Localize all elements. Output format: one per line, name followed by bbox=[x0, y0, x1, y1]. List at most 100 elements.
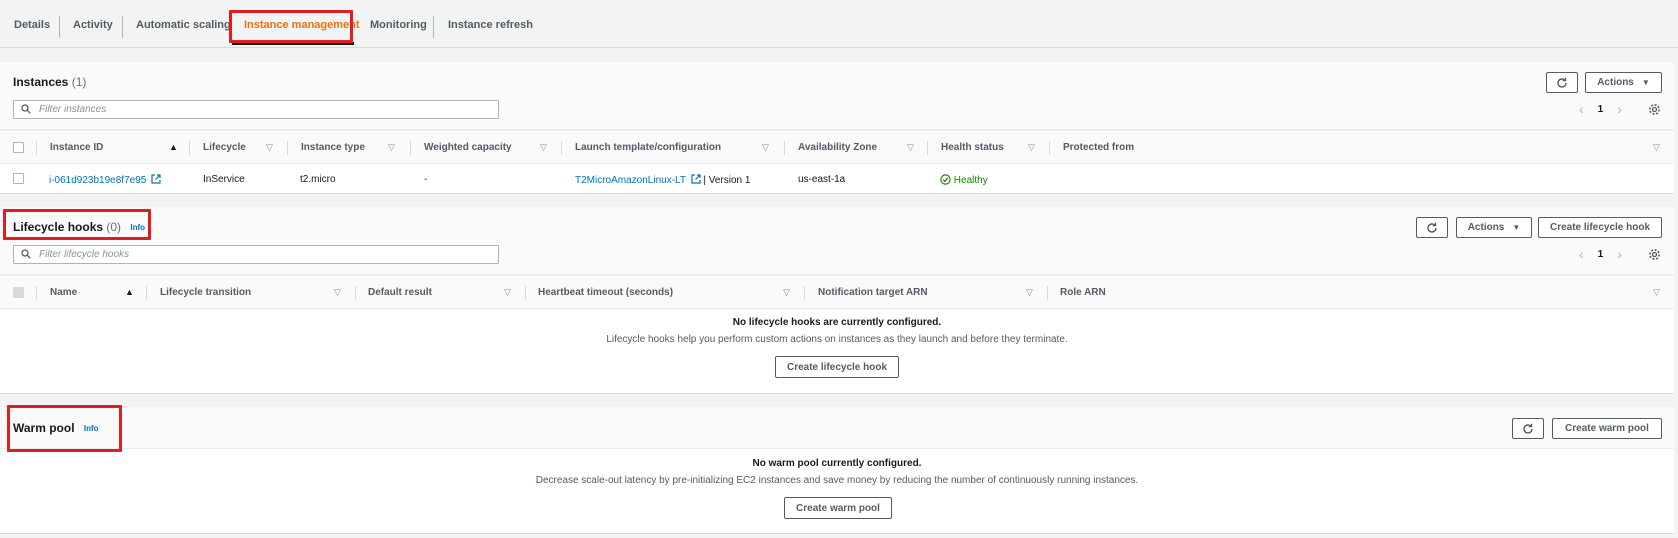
warm-pool-empty-title: No warm pool currently configured. bbox=[752, 458, 922, 469]
tab-separator bbox=[122, 16, 123, 38]
refresh-icon bbox=[1557, 77, 1567, 88]
warm-pool-empty-description: Decrease scale-out latency by pre-initia… bbox=[535, 475, 1139, 486]
sort-icon[interactable]: ▽ bbox=[762, 142, 769, 153]
chevron-left-icon[interactable]: ‹ bbox=[1579, 246, 1584, 262]
create-warm-pool-empty-button[interactable]: Create warm pool bbox=[784, 497, 892, 519]
instance-id-link[interactable]: i-061d923b19e8f7e95 bbox=[49, 174, 161, 186]
sort-icon[interactable]: ▽ bbox=[1026, 287, 1033, 298]
instances-filter[interactable] bbox=[13, 100, 499, 119]
sort-icon[interactable]: ▽ bbox=[334, 287, 341, 298]
instances-title: Instances (1) bbox=[13, 75, 86, 89]
col-default-result[interactable]: Default result bbox=[368, 287, 432, 298]
sort-icon[interactable]: ▽ bbox=[388, 142, 395, 153]
column-separator bbox=[189, 141, 190, 155]
lifecycle-hooks-info-link[interactable]: Info bbox=[130, 223, 145, 232]
create-warm-pool-empty-label: Create warm pool bbox=[796, 502, 880, 514]
tab-automatic-scaling[interactable]: Automatic scaling bbox=[136, 19, 231, 31]
select-all-checkbox[interactable] bbox=[13, 142, 24, 153]
sort-icon[interactable]: ▽ bbox=[1653, 142, 1660, 153]
instances-search-input[interactable] bbox=[39, 102, 489, 117]
instances-table-header: Instance ID ▲ Lifecycle ▽ Instance type … bbox=[0, 130, 1674, 164]
tab-details[interactable]: Details bbox=[14, 19, 50, 31]
lifecycle-hooks-panel: Lifecycle hooks (0) Info Actions ▼ Creat… bbox=[0, 207, 1674, 394]
health-status-value: Healthy bbox=[953, 175, 988, 186]
sort-icon[interactable]: ▽ bbox=[540, 142, 547, 153]
lifecycle-hooks-filter[interactable] bbox=[13, 245, 499, 264]
column-separator bbox=[1047, 286, 1048, 300]
instances-actions-button[interactable]: Actions ▼ bbox=[1585, 72, 1662, 93]
tab-monitoring[interactable]: Monitoring bbox=[370, 19, 427, 31]
availability-zone-value: us-east-1a bbox=[798, 174, 846, 185]
instance-type-value: t2.micro bbox=[300, 174, 336, 185]
instance-id-text[interactable]: i-061d923b19e8f7e95 bbox=[49, 175, 146, 186]
row-checkbox[interactable] bbox=[13, 173, 24, 184]
column-separator bbox=[287, 141, 288, 155]
instances-panel: Instances (1) Actions ▼ ‹ 1 › Instance I… bbox=[0, 62, 1674, 194]
sort-icon[interactable]: ▽ bbox=[1653, 287, 1660, 298]
col-instance-id[interactable]: Instance ID bbox=[50, 142, 103, 153]
lifecycle-hooks-search-input[interactable] bbox=[39, 247, 489, 262]
col-name[interactable]: Name bbox=[50, 287, 77, 298]
lifecycle-refresh-button[interactable] bbox=[1416, 217, 1448, 238]
chevron-left-icon[interactable]: ‹ bbox=[1579, 101, 1584, 117]
sort-asc-icon[interactable]: ▲ bbox=[125, 287, 134, 297]
weighted-capacity-value: - bbox=[424, 174, 428, 185]
page-number[interactable]: 1 bbox=[1598, 249, 1604, 260]
col-lifecycle-transition[interactable]: Lifecycle transition bbox=[160, 287, 251, 298]
tab-activity[interactable]: Activity bbox=[73, 19, 113, 31]
page-number[interactable]: 1 bbox=[1598, 104, 1604, 115]
external-link-icon[interactable] bbox=[151, 174, 161, 184]
warm-pool-refresh-button[interactable] bbox=[1512, 418, 1544, 439]
sort-icon[interactable]: ▽ bbox=[1028, 142, 1035, 153]
lifecycle-actions-label: Actions bbox=[1467, 222, 1505, 233]
active-tab-indicator bbox=[232, 42, 354, 45]
warm-pool-info-link[interactable]: Info bbox=[84, 424, 99, 433]
col-health-status[interactable]: Health status bbox=[941, 142, 1004, 153]
col-weighted-capacity[interactable]: Weighted capacity bbox=[424, 142, 512, 153]
col-instance-type[interactable]: Instance type bbox=[301, 142, 365, 153]
external-link-icon[interactable] bbox=[690, 174, 701, 184]
warm-pool-panel: Warm pool Info Create warm pool No warm … bbox=[0, 407, 1674, 534]
create-lifecycle-hook-button[interactable]: Create lifecycle hook bbox=[1538, 217, 1662, 238]
column-separator bbox=[146, 286, 147, 300]
chevron-right-icon[interactable]: › bbox=[1617, 246, 1622, 262]
tab-instance-management[interactable]: Instance management bbox=[244, 19, 360, 31]
instances-refresh-button[interactable] bbox=[1546, 72, 1578, 93]
launch-template-link[interactable]: T2MicroAmazonLinux-LT bbox=[575, 175, 686, 186]
create-warm-pool-button[interactable]: Create warm pool bbox=[1552, 418, 1662, 439]
tab-instance-refresh[interactable]: Instance refresh bbox=[448, 19, 533, 31]
lifecycle-actions-button[interactable]: Actions ▼ bbox=[1456, 217, 1532, 238]
lifecycle-hooks-title: Lifecycle hooks (0) Info bbox=[13, 220, 145, 234]
refresh-icon bbox=[1523, 423, 1533, 434]
chevron-right-icon[interactable]: › bbox=[1617, 101, 1622, 117]
col-heartbeat-timeout[interactable]: Heartbeat timeout (seconds) bbox=[538, 287, 673, 298]
sort-asc-icon[interactable]: ▲ bbox=[169, 142, 178, 152]
caret-down-icon: ▼ bbox=[1512, 223, 1521, 232]
sort-icon[interactable]: ▽ bbox=[266, 142, 273, 153]
sort-icon[interactable]: ▽ bbox=[907, 142, 914, 153]
col-lifecycle[interactable]: Lifecycle bbox=[203, 142, 246, 153]
col-protected-from[interactable]: Protected from bbox=[1063, 142, 1134, 153]
settings-icon[interactable] bbox=[1648, 248, 1661, 261]
sort-icon[interactable]: ▽ bbox=[783, 287, 790, 298]
column-separator bbox=[410, 141, 411, 155]
tab-bar: Details Activity Automatic scaling Insta… bbox=[0, 0, 1678, 48]
lifecycle-hooks-count: (0) bbox=[106, 220, 122, 234]
launch-version: | Version 1 bbox=[703, 175, 751, 186]
launch-template-cell: T2MicroAmazonLinux-LT | Version 1 bbox=[575, 174, 750, 186]
tab-separator bbox=[433, 16, 434, 38]
refresh-icon bbox=[1427, 222, 1437, 233]
table-row[interactable]: i-061d923b19e8f7e95 InService t2.micro -… bbox=[0, 164, 1674, 194]
search-icon bbox=[21, 249, 31, 259]
col-role-arn[interactable]: Role ARN bbox=[1060, 287, 1106, 298]
col-notification-target-arn[interactable]: Notification target ARN bbox=[818, 287, 928, 298]
settings-icon[interactable] bbox=[1648, 103, 1661, 116]
col-availability-zone[interactable]: Availability Zone bbox=[798, 142, 877, 153]
search-icon bbox=[21, 104, 31, 114]
col-launch-template[interactable]: Launch template/configuration bbox=[575, 142, 721, 153]
create-lifecycle-hook-empty-button[interactable]: Create lifecycle hook bbox=[775, 356, 899, 378]
lifecycle-hooks-header: Lifecycle hooks (0) Info Actions ▼ Creat… bbox=[0, 207, 1674, 275]
select-all-checkbox bbox=[13, 287, 24, 298]
sort-icon[interactable]: ▽ bbox=[504, 287, 511, 298]
create-lifecycle-hook-label: Create lifecycle hook bbox=[1549, 222, 1651, 233]
